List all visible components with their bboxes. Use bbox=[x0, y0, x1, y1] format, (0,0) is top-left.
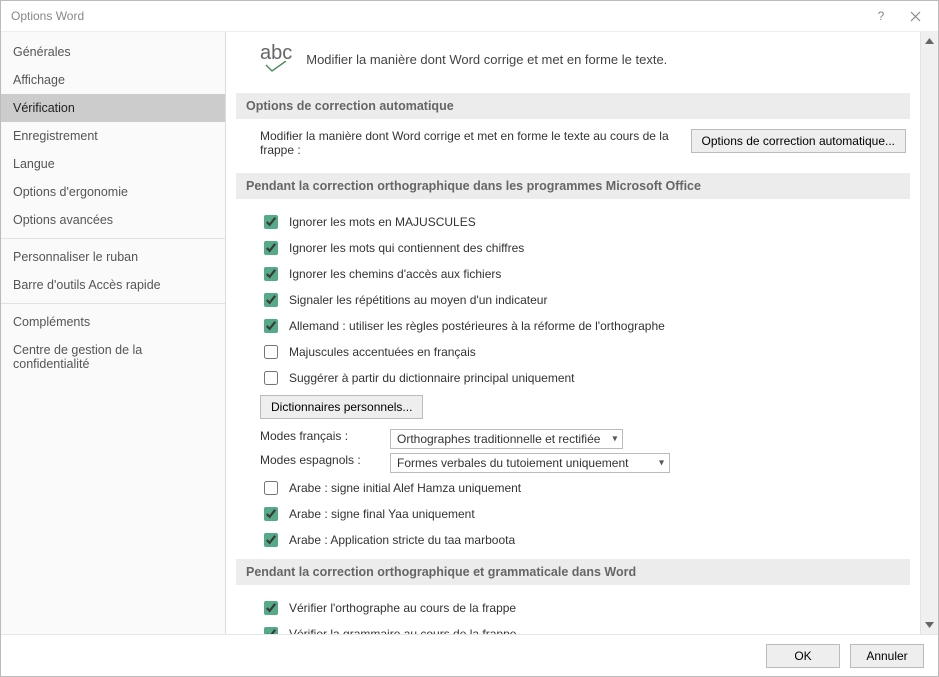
sidebar-item-general[interactable]: Générales bbox=[1, 38, 225, 66]
sidebar-separator bbox=[1, 303, 225, 304]
dialog-body: Générales Affichage Vérification Enregis… bbox=[1, 31, 938, 634]
check-label[interactable]: Arabe : signe final Yaa uniquement bbox=[289, 507, 475, 521]
select-value: Formes verbales du tutoiement uniquement bbox=[397, 456, 628, 470]
close-icon bbox=[910, 11, 921, 22]
check-arabic-yaa-box[interactable] bbox=[264, 507, 278, 521]
check-spell-as-type: Vérifier l'orthographe au cours de la fr… bbox=[236, 595, 910, 621]
section-spelling-word-head: Pendant la correction orthographique et … bbox=[236, 559, 910, 585]
content-wrap: abc Modifier la manière dont Word corrig… bbox=[226, 32, 938, 634]
chevron-down-icon bbox=[925, 622, 934, 628]
spanish-modes-select[interactable]: Formes verbales du tutoiement uniquement… bbox=[390, 453, 670, 473]
scroll-track[interactable] bbox=[921, 50, 938, 616]
check-grammar-as-type: Vérifier la grammaire au cours de la fra… bbox=[236, 621, 910, 634]
check-label[interactable]: Ignorer les mots en MAJUSCULES bbox=[289, 215, 476, 229]
section-spelling-office-head: Pendant la correction orthographique dan… bbox=[236, 173, 910, 199]
vertical-scrollbar[interactable] bbox=[920, 32, 938, 634]
options-dialog: Options Word ? Générales Affichage Vérif… bbox=[0, 0, 939, 677]
intro-text: Modifier la manière dont Word corrige et… bbox=[306, 52, 667, 67]
cancel-button[interactable]: Annuler bbox=[850, 644, 924, 668]
check-ignore-uppercase: Ignorer les mots en MAJUSCULES bbox=[236, 209, 910, 235]
check-french-accented-caps-box[interactable] bbox=[264, 345, 278, 359]
custom-dictionaries-button[interactable]: Dictionnaires personnels... bbox=[260, 395, 423, 419]
french-modes-row: Modes français : Orthographes traditionn… bbox=[236, 427, 910, 451]
check-label[interactable]: Allemand : utiliser les règles postérieu… bbox=[289, 319, 665, 333]
sidebar-item-addins[interactable]: Compléments bbox=[1, 308, 225, 336]
chevron-up-icon bbox=[925, 38, 934, 44]
scroll-up-button[interactable] bbox=[921, 32, 938, 50]
check-flag-repeated-box[interactable] bbox=[264, 293, 278, 307]
content-panel: abc Modifier la manière dont Word corrig… bbox=[226, 32, 920, 634]
autocorrect-row: Modifier la manière dont Word corrige et… bbox=[236, 129, 910, 167]
check-label[interactable]: Vérifier l'orthographe au cours de la fr… bbox=[289, 601, 516, 615]
check-label[interactable]: Vérifier la grammaire au cours de la fra… bbox=[289, 627, 516, 634]
proofing-icon: abc bbox=[260, 46, 292, 73]
sidebar: Générales Affichage Vérification Enregis… bbox=[1, 32, 226, 634]
french-modes-select[interactable]: Orthographes traditionnelle et rectifiée… bbox=[390, 429, 623, 449]
dialog-footer: OK Annuler bbox=[1, 634, 938, 676]
sidebar-item-display[interactable]: Affichage bbox=[1, 66, 225, 94]
check-label[interactable]: Ignorer les mots qui contiennent des chi… bbox=[289, 241, 524, 255]
check-ignore-numbers: Ignorer les mots qui contiennent des chi… bbox=[236, 235, 910, 261]
abc-text-icon: abc bbox=[260, 42, 292, 64]
section-autocorrect-head: Options de correction automatique bbox=[236, 93, 910, 119]
sidebar-item-save[interactable]: Enregistrement bbox=[1, 122, 225, 150]
sidebar-item-language[interactable]: Langue bbox=[1, 150, 225, 178]
check-ignore-uppercase-box[interactable] bbox=[264, 215, 278, 229]
window-title: Options Word bbox=[7, 9, 864, 23]
check-spell-as-type-box[interactable] bbox=[264, 601, 278, 615]
autocorrect-text: Modifier la manière dont Word corrige et… bbox=[260, 129, 671, 157]
sidebar-item-ease[interactable]: Options d'ergonomie bbox=[1, 178, 225, 206]
check-arabic-taa-box[interactable] bbox=[264, 533, 278, 547]
chevron-down-icon: ▾ bbox=[612, 434, 617, 445]
check-flag-repeated: Signaler les répétitions au moyen d'un i… bbox=[236, 287, 910, 313]
sidebar-item-qat[interactable]: Barre d'outils Accès rapide bbox=[1, 271, 225, 299]
check-label[interactable]: Arabe : signe initial Alef Hamza uniquem… bbox=[289, 481, 521, 495]
sidebar-separator bbox=[1, 238, 225, 239]
check-ignore-paths-box[interactable] bbox=[264, 267, 278, 281]
check-french-accented-caps: Majuscules accentuées en français bbox=[236, 339, 910, 365]
check-ignore-paths: Ignorer les chemins d'accès aux fichiers bbox=[236, 261, 910, 287]
select-value: Orthographes traditionnelle et rectifiée bbox=[397, 432, 600, 446]
help-button[interactable]: ? bbox=[864, 2, 898, 30]
close-button[interactable] bbox=[898, 2, 932, 30]
check-label[interactable]: Majuscules accentuées en français bbox=[289, 345, 476, 359]
check-arabic-alef: Arabe : signe initial Alef Hamza uniquem… bbox=[236, 475, 910, 501]
check-main-dict-only: Suggérer à partir du dictionnaire princi… bbox=[236, 365, 910, 391]
spanish-modes-label: Modes espagnols : bbox=[260, 453, 380, 467]
intro-row: abc Modifier la manière dont Word corrig… bbox=[236, 42, 910, 87]
spanish-modes-row: Modes espagnols : Formes verbales du tut… bbox=[236, 451, 910, 475]
check-arabic-alef-box[interactable] bbox=[264, 481, 278, 495]
check-label[interactable]: Signaler les répétitions au moyen d'un i… bbox=[289, 293, 547, 307]
sidebar-item-trust[interactable]: Centre de gestion de la confidentialité bbox=[1, 336, 225, 378]
french-modes-label: Modes français : bbox=[260, 429, 380, 443]
autocorrect-options-button[interactable]: Options de correction automatique... bbox=[691, 129, 906, 153]
ok-button[interactable]: OK bbox=[766, 644, 840, 668]
check-arabic-yaa: Arabe : signe final Yaa uniquement bbox=[236, 501, 910, 527]
check-label[interactable]: Ignorer les chemins d'accès aux fichiers bbox=[289, 267, 501, 281]
check-ignore-numbers-box[interactable] bbox=[264, 241, 278, 255]
check-main-dict-only-box[interactable] bbox=[264, 371, 278, 385]
sidebar-item-advanced[interactable]: Options avancées bbox=[1, 206, 225, 234]
check-grammar-as-type-box[interactable] bbox=[264, 627, 278, 634]
titlebar: Options Word ? bbox=[1, 1, 938, 31]
sidebar-item-proofing[interactable]: Vérification bbox=[1, 94, 225, 122]
check-german-reform-box[interactable] bbox=[264, 319, 278, 333]
check-german-reform: Allemand : utiliser les règles postérieu… bbox=[236, 313, 910, 339]
scroll-down-button[interactable] bbox=[921, 616, 938, 634]
check-label[interactable]: Suggérer à partir du dictionnaire princi… bbox=[289, 371, 575, 385]
check-label[interactable]: Arabe : Application stricte du taa marbo… bbox=[289, 533, 515, 547]
check-arabic-taa: Arabe : Application stricte du taa marbo… bbox=[236, 527, 910, 553]
sidebar-item-ribbon[interactable]: Personnaliser le ruban bbox=[1, 243, 225, 271]
chevron-down-icon: ▾ bbox=[659, 458, 664, 469]
